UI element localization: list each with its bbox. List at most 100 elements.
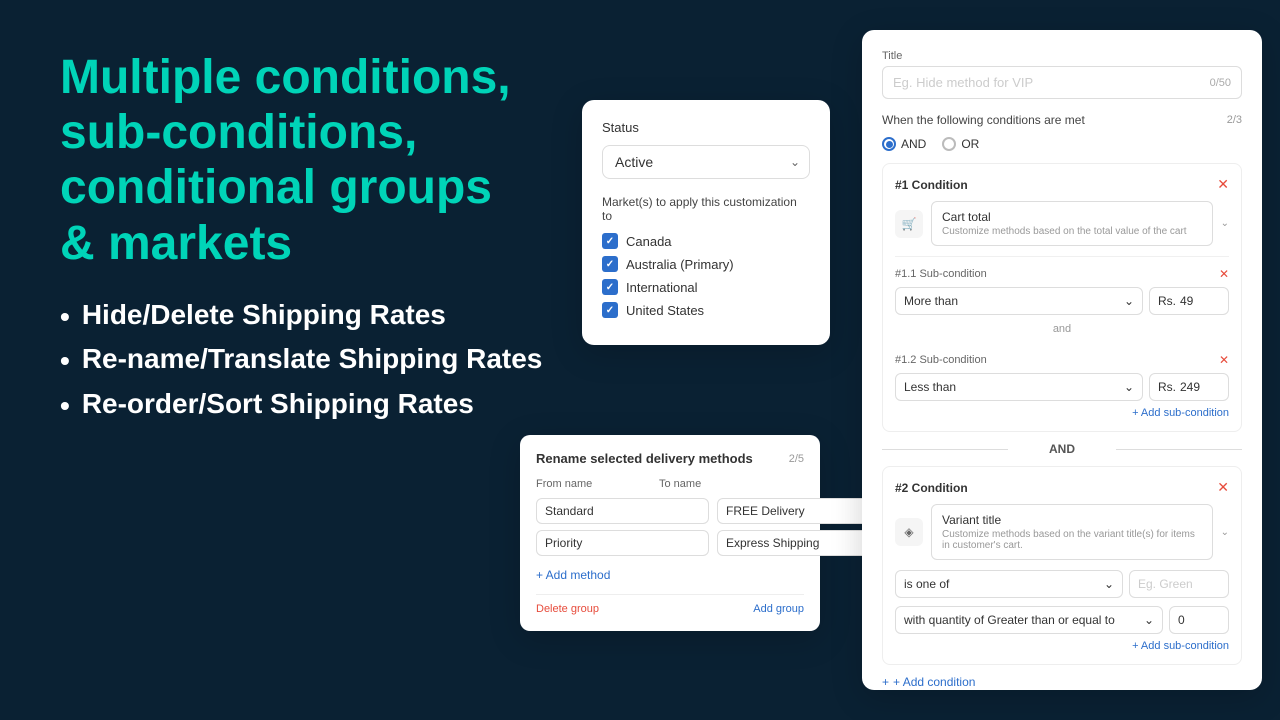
market-item-us: United States: [602, 302, 810, 318]
condition-1-chevron-icon: ⌄: [1221, 218, 1229, 229]
condition-1-number: #1 Condition: [895, 178, 968, 192]
conditions-header: When the following conditions are met 2/…: [882, 113, 1242, 127]
and-radio[interactable]: AND: [882, 137, 926, 151]
rename-from-1[interactable]: [536, 498, 709, 524]
bullet-1: Hide/Delete Shipping Rates: [60, 299, 580, 335]
left-panel: Multiple conditions, sub-conditions, con…: [60, 50, 580, 432]
subcondition-1-2-close-icon[interactable]: ✕: [1219, 353, 1229, 367]
subcondition-1-1-header: #1.1 Sub-condition ✕: [895, 267, 1229, 281]
sub-prefix-1-2: Rs.: [1158, 380, 1176, 394]
condition-2-desc: Customize methods based on the variant t…: [942, 529, 1202, 551]
title-input-wrapper: Eg. Hide method for VIP 0/50: [882, 66, 1242, 99]
condition-2-value[interactable]: Eg. Green: [1129, 570, 1229, 598]
rename-count: 2/5: [789, 453, 804, 465]
condition-2-select-box[interactable]: Variant title Customize methods based on…: [931, 504, 1213, 560]
condition-1-type: Cart total: [942, 210, 1202, 224]
condition-2-chevron-icon: ⌄: [1221, 527, 1229, 538]
rename-from-2[interactable]: [536, 530, 709, 556]
operator-chevron-2-icon: ⌄: [1124, 380, 1134, 394]
add-subcondition-2-button[interactable]: + Add sub-condition: [895, 640, 1229, 652]
market-item-australia: Australia (Primary): [602, 256, 810, 272]
and-or-row: AND OR: [882, 137, 1242, 151]
condition-1-block: #1 Condition ✕ 🛒 Cart total Customize me…: [882, 163, 1242, 432]
cart-icon: 🛒: [895, 210, 923, 238]
condition-2-quantity-select[interactable]: with quantity of Greater than or equal t…: [895, 606, 1163, 634]
checkbox-international[interactable]: [602, 279, 618, 295]
subcondition-1-2-header: #1.2 Sub-condition ✕: [895, 353, 1229, 367]
add-subcondition-1-button[interactable]: + Add sub-condition: [895, 407, 1229, 419]
and-separator-small: and: [895, 323, 1229, 335]
condition-1-select-box[interactable]: Cart total Customize methods based on th…: [931, 201, 1213, 246]
condition-1-desc: Customize methods based on the total val…: [942, 226, 1202, 237]
add-condition-icon: +: [882, 675, 889, 689]
condition-2-header: #2 Condition ✕: [895, 479, 1229, 496]
subcondition-1-1-row: More than ⌄ Rs. 49: [895, 287, 1229, 315]
checkbox-us[interactable]: [602, 302, 618, 318]
checkbox-canada[interactable]: [602, 233, 618, 249]
markets-label: Market(s) to apply this customization to: [602, 195, 810, 223]
rename-row-2: ✕: [536, 530, 804, 556]
subcondition-1-2-operator[interactable]: Less than ⌄: [895, 373, 1143, 401]
condition-1-close-icon[interactable]: ✕: [1217, 176, 1229, 193]
status-label: Status: [602, 120, 810, 135]
conditions-label: When the following conditions are met: [882, 113, 1085, 127]
rename-footer: Delete group Add group: [536, 594, 804, 615]
condition-1-select-row: 🛒 Cart total Customize methods based on …: [895, 201, 1229, 246]
market-label-australia: Australia (Primary): [626, 257, 734, 272]
quantity-value: 0: [1178, 613, 1185, 627]
and-label: AND: [901, 137, 926, 151]
checkbox-australia[interactable]: [602, 256, 618, 272]
title-field-label: Title: [882, 50, 1242, 62]
market-label-international: International: [626, 280, 698, 295]
markets-list: Canada Australia (Primary) International…: [602, 233, 810, 318]
market-item-canada: Canada: [602, 233, 810, 249]
condition-2-quantity-row: with quantity of Greater than or equal t…: [895, 606, 1229, 634]
delete-group-button[interactable]: Delete group: [536, 603, 599, 615]
rename-card: Rename selected delivery methods 2/5 Fro…: [520, 435, 820, 631]
c2-operator-label: is one of: [904, 577, 949, 591]
subcondition-1-1: #1.1 Sub-condition ✕ More than ⌄ Rs. 49: [895, 256, 1229, 315]
sub-prefix-1-1: Rs.: [1158, 294, 1176, 308]
market-label-us: United States: [626, 303, 704, 318]
operator-label: More than: [904, 294, 958, 308]
condition-2-operator[interactable]: is one of ⌄: [895, 570, 1123, 598]
condition-2-number: #2 Condition: [895, 481, 968, 495]
col-to-label: To name: [659, 478, 774, 490]
operator-label-2: Less than: [904, 380, 956, 394]
bullet-2: Re-name/Translate Shipping Rates: [60, 343, 580, 379]
condition-2-select-row: ◈ Variant title Customize methods based …: [895, 504, 1229, 560]
status-select[interactable]: Active: [602, 145, 810, 179]
sub-value-1-2[interactable]: 249: [1180, 380, 1200, 394]
col-from-label: From name: [536, 478, 651, 490]
c2-chevron-icon: ⌄: [1104, 577, 1114, 591]
condition-2-type: Variant title: [942, 513, 1202, 527]
status-card: Status Active ⌄ Market(s) to apply this …: [582, 100, 830, 345]
rename-row-1: ✕: [536, 498, 804, 524]
subcondition-1-1-operator[interactable]: More than ⌄: [895, 287, 1143, 315]
add-method-button[interactable]: + Add method: [536, 568, 610, 582]
subcondition-1-2-value: Rs. 249: [1149, 373, 1229, 401]
or-radio[interactable]: OR: [942, 137, 979, 151]
condition-2-quantity-value[interactable]: 0: [1169, 606, 1229, 634]
status-select-wrapper[interactable]: Active ⌄: [602, 145, 810, 179]
and-divider: AND: [882, 442, 1242, 456]
subcondition-1-2: #1.2 Sub-condition ✕ Less than ⌄ Rs. 249: [895, 343, 1229, 401]
add-group-button[interactable]: Add group: [753, 603, 804, 615]
operator-chevron-icon: ⌄: [1124, 294, 1134, 308]
subcondition-1-2-number: #1.2 Sub-condition: [895, 354, 987, 366]
variant-icon: ◈: [895, 518, 923, 546]
condition-2-close-icon[interactable]: ✕: [1217, 479, 1229, 496]
add-condition-label: + Add condition: [893, 675, 975, 689]
add-condition-button[interactable]: + + Add condition: [882, 675, 1242, 689]
rename-card-header: Rename selected delivery methods 2/5: [536, 451, 804, 466]
main-heading: Multiple conditions, sub-conditions, con…: [60, 50, 580, 271]
subcondition-1-1-close-icon[interactable]: ✕: [1219, 267, 1229, 281]
sub-value-1-1[interactable]: 49: [1180, 294, 1193, 308]
rename-title: Rename selected delivery methods: [536, 451, 753, 466]
condition-1-header: #1 Condition ✕: [895, 176, 1229, 193]
market-label-canada: Canada: [626, 234, 672, 249]
quantity-chevron-icon: ⌄: [1144, 613, 1154, 627]
and-radio-dot: [882, 137, 896, 151]
bullet-3: Re-order/Sort Shipping Rates: [60, 388, 580, 424]
subcondition-1-1-value: Rs. 49: [1149, 287, 1229, 315]
